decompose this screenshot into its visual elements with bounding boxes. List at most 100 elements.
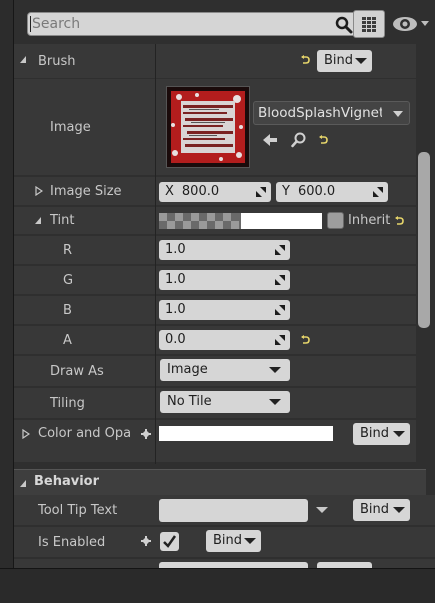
image-size-y-field[interactable]: Y 600.0: [276, 182, 388, 202]
b-label: B: [63, 302, 72, 318]
draw-as-dropdown[interactable]: Image: [160, 359, 290, 381]
tooltip-bind-dropdown[interactable]: Bind: [353, 499, 410, 521]
b-value-field[interactable]: 1.0: [159, 300, 290, 320]
drag-resize-icon: [275, 275, 285, 285]
tint-row[interactable]: Tint Inherit: [14, 207, 416, 235]
tiling-dropdown[interactable]: No Tile: [160, 391, 290, 413]
image-label: Image: [50, 119, 91, 135]
drag-resize-icon: [275, 305, 285, 315]
tint-r-row[interactable]: R 1.0: [14, 236, 416, 265]
g-value: 1.0: [165, 272, 186, 287]
search-icon[interactable]: [335, 16, 353, 34]
collapse-arrow-icon[interactable]: [20, 480, 26, 487]
collapse-arrow-icon[interactable]: [20, 56, 26, 63]
browse-magnifier-icon[interactable]: [291, 132, 307, 148]
grid-view-button[interactable]: [353, 10, 385, 38]
bind-label: Bind: [360, 426, 390, 441]
is-enabled-checkbox[interactable]: [160, 532, 179, 551]
tiling-label: Tiling: [50, 395, 85, 411]
tint-label: Tint: [50, 213, 75, 228]
brush-bind-dropdown[interactable]: Bind: [317, 50, 372, 72]
expand-arrow-icon[interactable]: [35, 186, 43, 196]
tooltip-text-field[interactable]: [159, 499, 308, 522]
color-and-opacity-swatch[interactable]: [159, 426, 333, 441]
is-enabled-bind-dropdown[interactable]: Bind: [206, 530, 261, 552]
alpha-checker-pattern: [159, 213, 241, 229]
behavior-label: Behavior: [34, 474, 100, 489]
chevron-down-icon[interactable]: [316, 507, 328, 513]
image-asset-dropdown[interactable]: BloodSplashVignette: [253, 101, 410, 125]
bottom-bar: [0, 568, 435, 603]
image-asset-name: BloodSplashVignette: [258, 105, 382, 121]
color-and-opacity-row[interactable]: Color and Opa Bind: [14, 420, 416, 463]
tint-color-solid: [241, 213, 322, 229]
visibility-eye-icon[interactable]: [392, 14, 432, 34]
binding-link-icon: [141, 429, 151, 439]
tooltip-text-label: Tool Tip Text: [38, 502, 118, 518]
bind-label: Bind: [213, 533, 243, 548]
image-size-label: Image Size: [50, 183, 122, 199]
b-value: 1.0: [165, 302, 186, 317]
tint-a-row[interactable]: A 0.0: [14, 326, 416, 355]
chevron-down-icon: [244, 538, 256, 544]
x-axis-label: X: [165, 184, 174, 199]
details-panel: Brush Bind Image: [14, 0, 435, 568]
image-size-y-value: 600.0: [297, 184, 336, 199]
use-selected-arrow-icon[interactable]: [262, 132, 278, 148]
chevron-down-icon: [355, 58, 367, 64]
brush-label: Brush: [38, 53, 76, 69]
chevron-down-icon: [269, 399, 281, 405]
inherit-checkbox[interactable]: [327, 212, 344, 229]
search-row: [14, 0, 435, 44]
drag-resize-icon: [275, 245, 285, 255]
is-enabled-label: Is Enabled: [38, 534, 106, 550]
image-size-x-field[interactable]: X 800.0: [159, 182, 271, 202]
left-panel-edge: [0, 0, 14, 570]
binding-link-icon: [141, 536, 151, 546]
chevron-down-icon: [393, 111, 403, 117]
image-size-x-value: 800.0: [181, 184, 220, 199]
bind-label: Bind: [360, 502, 390, 517]
color-bind-dropdown[interactable]: Bind: [353, 423, 410, 445]
search-box[interactable]: [27, 12, 359, 36]
draw-as-value: Image: [167, 362, 208, 377]
g-value-field[interactable]: 1.0: [159, 270, 290, 290]
a-value-field[interactable]: 0.0: [159, 330, 290, 350]
column-divider: [155, 44, 156, 464]
reset-to-default-icon[interactable]: [301, 55, 311, 65]
text-caret: [30, 16, 31, 32]
is-enabled-row[interactable]: Is Enabled Bind: [14, 527, 435, 558]
r-value-field[interactable]: 1.0: [159, 240, 290, 260]
collapse-arrow-icon[interactable]: [35, 217, 41, 224]
checkmark-icon: [163, 535, 177, 548]
image-size-row[interactable]: Image Size X 800.0 Y 600.0: [14, 177, 416, 206]
expand-arrow-icon[interactable]: [22, 429, 30, 439]
tint-g-row[interactable]: G 1.0: [14, 266, 416, 295]
draw-as-row[interactable]: Draw As Image: [14, 356, 416, 387]
tiling-value: No Tile: [167, 394, 212, 409]
r-value: 1.0: [165, 242, 186, 257]
next-property-row: [14, 559, 435, 568]
y-axis-label: Y: [282, 184, 290, 199]
reset-to-default-icon[interactable]: [319, 135, 329, 145]
brush-row[interactable]: Brush Bind: [14, 44, 416, 79]
tint-color-swatch[interactable]: [159, 213, 322, 229]
image-thumbnail[interactable]: [166, 86, 250, 168]
inherit-label: Inherit: [348, 213, 391, 228]
a-label: A: [63, 332, 72, 348]
chevron-down-icon: [393, 507, 405, 513]
tooltip-text-row[interactable]: Tool Tip Text Bind: [14, 495, 435, 526]
chevron-down-icon: [269, 367, 281, 373]
color-and-opacity-label: Color and Opa: [38, 426, 132, 441]
search-input[interactable]: [32, 15, 324, 33]
blood-vignette-preview: [167, 87, 249, 167]
tiling-row[interactable]: Tiling No Tile: [14, 388, 416, 419]
reset-to-default-icon[interactable]: [395, 216, 405, 226]
g-label: G: [63, 272, 74, 288]
scrollbar-thumb[interactable]: [418, 152, 430, 328]
reset-to-default-icon[interactable]: [301, 335, 311, 345]
bind-label: Bind: [324, 53, 354, 68]
tint-b-row[interactable]: B 1.0: [14, 296, 416, 325]
drag-resize-icon: [256, 187, 266, 197]
behavior-section-header[interactable]: Behavior: [14, 469, 426, 495]
